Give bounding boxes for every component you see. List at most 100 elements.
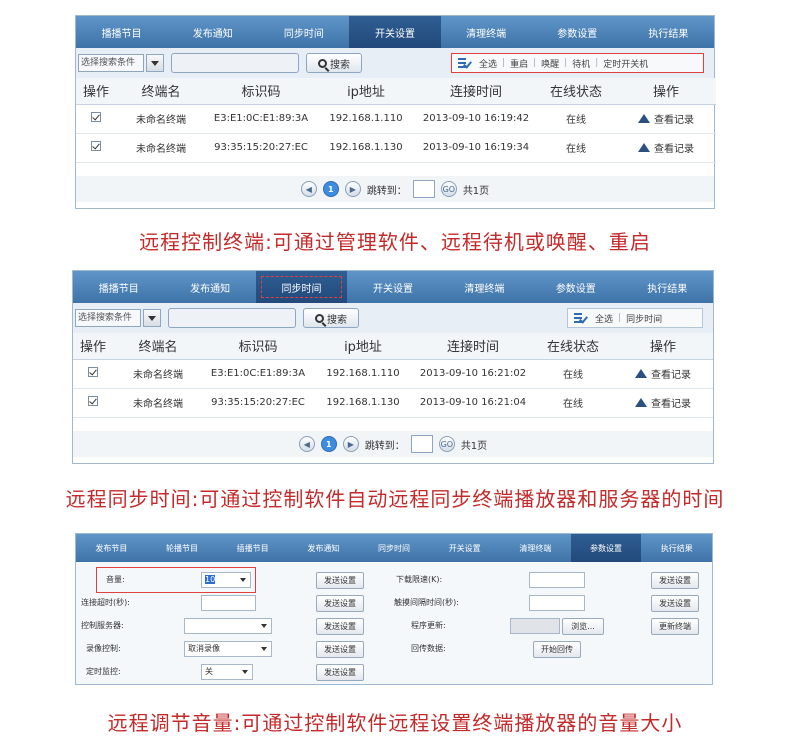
send-settings-button[interactable]: 发送设置 (316, 664, 364, 681)
table-row: 未命名终端 93:35:15:20:27:EC 192.168.1.130 20… (73, 388, 713, 418)
go-button[interactable]: GO (440, 181, 457, 197)
row-checkbox[interactable] (91, 141, 101, 151)
prev-page-icon[interactable]: ◀ (298, 436, 315, 452)
touch-interval-input[interactable] (529, 595, 585, 611)
select-all-button[interactable]: 全选 (590, 312, 618, 325)
nav-tab[interactable]: 发布通知 (167, 16, 258, 48)
table-row: 未命名终端 E3:E1:0C:E1:89:3A 192.168.1.110 20… (73, 359, 713, 389)
nav-tab[interactable]: 清理终端 (439, 271, 530, 303)
nav-tab[interactable]: 发布节目 (76, 534, 147, 562)
next-page-icon[interactable]: ▶ (344, 181, 361, 197)
panel-sync-time: 播播节目 发布通知 同步时间 开关设置 清理终端 参数设置 执行结果 选择搜索条… (72, 270, 714, 464)
browse-button[interactable]: 浏览... (562, 618, 604, 635)
prev-page-icon[interactable]: ◀ (300, 181, 317, 197)
nav-tab[interactable]: 播播节目 (73, 271, 164, 303)
search-button[interactable]: 搜索 (306, 53, 362, 73)
search-button[interactable]: 搜索 (303, 308, 359, 328)
nav-tab[interactable]: 开关设置 (347, 271, 438, 303)
timer-monitor-label: 定时监控: (86, 667, 121, 676)
view-record-link[interactable]: 查看记录 (635, 366, 691, 381)
nav-tab[interactable]: 发布通知 (164, 271, 255, 303)
table-row: 未命名终端 93:35:15:20:27:EC 192.168.1.130 20… (76, 133, 716, 163)
select-all-button[interactable]: 全选 (474, 57, 502, 70)
go-button[interactable]: GO (438, 436, 455, 452)
page-total: 共1页 (460, 440, 488, 452)
send-settings-button[interactable]: 发送设置 (316, 572, 364, 589)
nav-bar: 播播节目 发布通知 同步时间 开关设置 清理终端 参数设置 执行结果 (76, 16, 714, 48)
terminal-id: 93:35:15:20:27:EC (206, 133, 316, 163)
view-record-link[interactable]: 查看记录 (635, 395, 691, 410)
download-speed-input[interactable] (529, 572, 585, 588)
record-control-select[interactable]: 取消录像 (184, 641, 272, 657)
restart-button[interactable]: 重启 (505, 57, 533, 70)
timer-monitor-select[interactable]: 关 (201, 664, 253, 680)
terminal-name: 未命名终端 (116, 133, 206, 163)
standby-button[interactable]: 待机 (567, 57, 595, 70)
nav-tab[interactable]: 参数设置 (530, 271, 621, 303)
nav-tab[interactable]: 执行结果 (641, 534, 712, 562)
nav-tab[interactable]: 清理终端 (441, 16, 532, 48)
nav-tab[interactable]: 开关设置 (429, 534, 500, 562)
search-input[interactable] (168, 308, 296, 328)
row-checkbox[interactable] (88, 396, 98, 406)
program-update-label: 程序更新: (411, 621, 446, 630)
nav-tab-active[interactable]: 开关设置 (349, 16, 441, 48)
nav-tab[interactable]: 执行结果 (623, 16, 714, 48)
nav-tab[interactable]: 执行结果 (622, 271, 713, 303)
table-header: 操作 终端名 标识码 ip地址 连接时间 在线状态 操作 (73, 333, 713, 360)
column-header: 操作 (76, 78, 116, 105)
column-header: 操作 (616, 78, 716, 105)
volume-select[interactable]: 10 (201, 572, 251, 588)
chevron-down-icon[interactable] (143, 309, 161, 327)
online-status: 在线 (533, 359, 613, 389)
connect-time: 2013-09-10 16:21:02 (413, 359, 533, 389)
sync-time-button[interactable]: 同步时间 (621, 312, 667, 325)
search-bar: 选择搜索条件 搜索 全选 | 同步时间 (73, 303, 713, 333)
caption-volume: 远程调节音量:可通过控制软件远程设置终端播放器的音量大小 (107, 711, 683, 735)
start-return-button[interactable]: 开始回传 (533, 641, 581, 658)
nav-tab[interactable]: 参数设置 (532, 16, 623, 48)
control-server-select[interactable] (184, 618, 272, 634)
wake-button[interactable]: 唤醒 (536, 57, 564, 70)
search-input[interactable] (171, 53, 299, 73)
update-terminal-button[interactable]: 更新终端 (651, 618, 699, 635)
send-settings-button[interactable]: 发送设置 (651, 595, 699, 612)
nav-tab[interactable]: 同步时间 (258, 16, 349, 48)
search-condition-select[interactable]: 选择搜索条件 (78, 54, 144, 72)
nav-tab[interactable]: 发布通知 (288, 534, 359, 562)
send-settings-button[interactable]: 发送设置 (316, 618, 364, 635)
terminal-name: 未命名终端 (116, 104, 206, 134)
page-jump-input[interactable] (412, 180, 435, 198)
send-settings-button[interactable]: 发送设置 (316, 595, 364, 612)
next-page-icon[interactable]: ▶ (342, 436, 359, 452)
conn-timeout-input[interactable] (201, 595, 256, 611)
row-checkbox-cell (76, 104, 116, 134)
view-record-link[interactable]: 查看记录 (638, 140, 694, 155)
page-jump-input[interactable] (410, 435, 433, 453)
nav-tab[interactable]: 播播节目 (76, 16, 167, 48)
row-checkbox-cell (73, 359, 113, 389)
chevron-down-icon[interactable] (146, 54, 164, 72)
terminal-id: 93:35:15:20:27:EC (203, 388, 313, 418)
row-checkbox[interactable] (91, 112, 101, 122)
send-settings-button[interactable]: 发送设置 (316, 641, 364, 658)
search-condition-select[interactable]: 选择搜索条件 (75, 309, 141, 327)
timer-power-button[interactable]: 定时开关机 (598, 57, 653, 70)
nav-tab[interactable]: 清理终端 (500, 534, 571, 562)
nav-tab-active[interactable]: 参数设置 (570, 534, 642, 562)
row-checkbox[interactable] (88, 367, 98, 377)
nav-tab-active[interactable]: 同步时间 (255, 271, 348, 303)
current-page[interactable]: 1 (322, 181, 339, 197)
caption-remote-control: 远程控制终端:可通过管理软件、远程待机或唤醒、重启 (139, 230, 651, 254)
column-header: 连接时间 (413, 333, 533, 360)
search-button-label: 搜索 (327, 314, 347, 326)
settings-row: 定时监控: 关 发送设置 (76, 662, 712, 684)
nav-tab[interactable]: 同步时间 (359, 534, 430, 562)
nav-bar: 发布节目 轮播节目 插播节目 发布通知 同步时间 开关设置 清理终端 参数设置 … (76, 534, 712, 562)
view-record-link[interactable]: 查看记录 (638, 111, 694, 126)
settings-row: 连接超时(秒): 发送设置 触摸间隔时间(秒): 发送设置 (76, 593, 712, 615)
send-settings-button[interactable]: 发送设置 (651, 572, 699, 589)
current-page[interactable]: 1 (320, 436, 337, 452)
nav-tab[interactable]: 轮播节目 (147, 534, 218, 562)
nav-tab[interactable]: 插播节目 (217, 534, 288, 562)
